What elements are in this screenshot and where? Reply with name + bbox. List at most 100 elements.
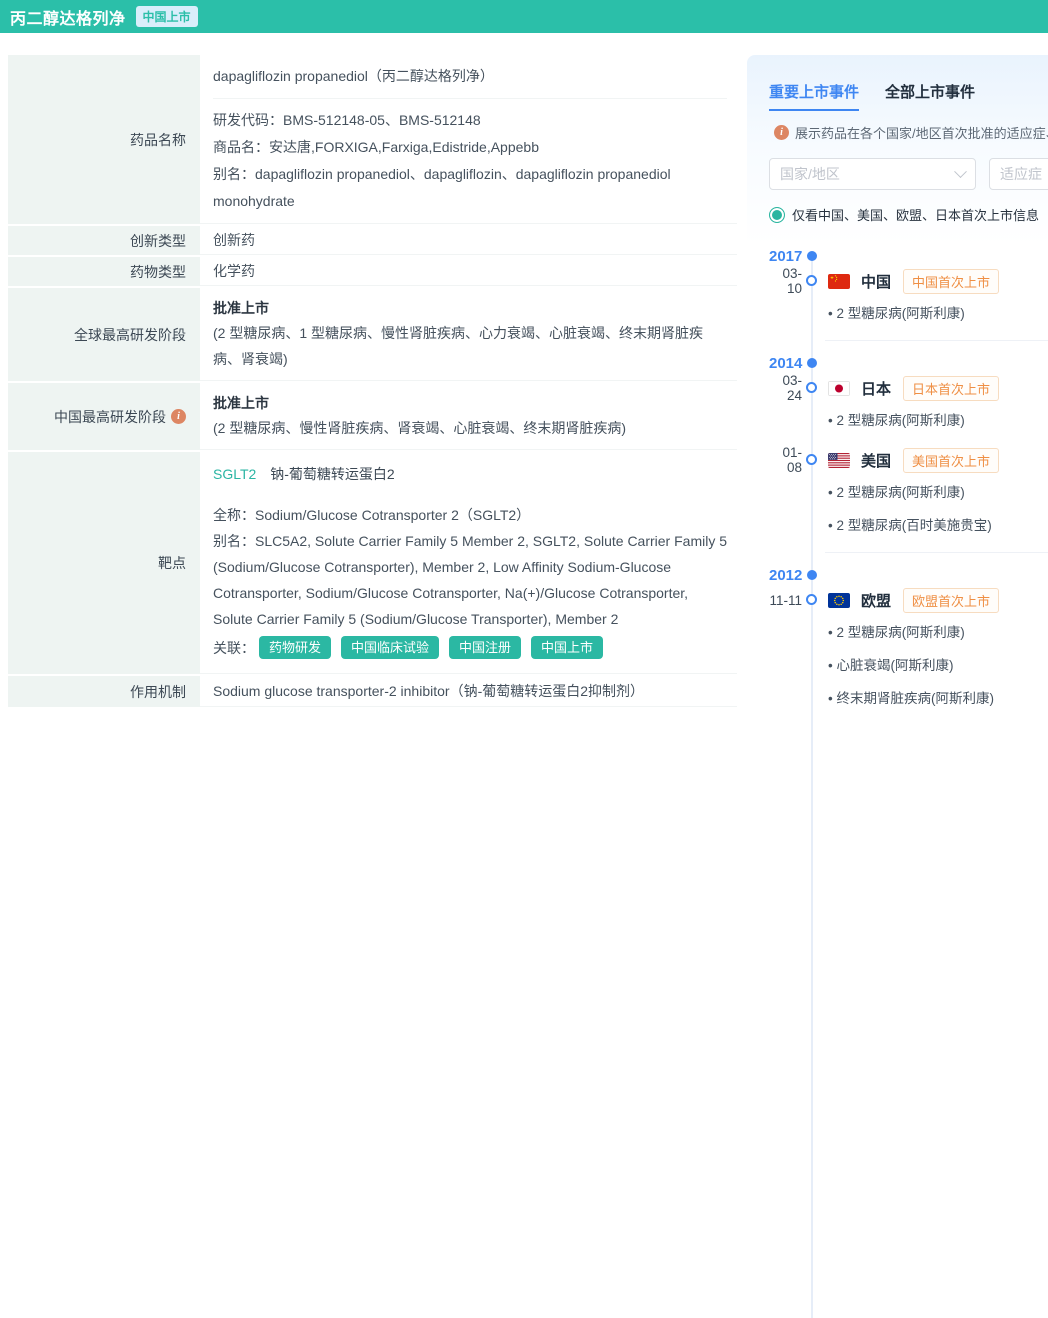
timeline-event-head: 03-10中国中国首次上市 [769,270,1048,292]
related-tag-button[interactable]: 药物研发 [259,636,331,659]
drug-dev-code: 研发代码：BMS-512148-05、BMS-512148 [213,107,727,134]
row-label: 中国最高研发阶段 i [8,383,200,450]
indication-placeholder: 适应症 [1000,164,1042,184]
drug-aliases: 别名：dapagliflozin propanediol、dapaglifloz… [213,161,727,215]
event-date: 03-10 [769,266,802,296]
indication-item: 2 型糖尿病(阿斯利康) [828,483,1048,503]
radio-label: 仅看中国、美国、欧盟、日本首次上市信息 [792,205,1039,224]
target-symbol-link[interactable]: SGLT2 [213,466,256,482]
launch-timeline: 201703-10中国中国首次上市2 型糖尿病(阿斯利康)201403-24日本… [769,246,1048,709]
first-listing-filter[interactable]: 仅看中国、美国、欧盟、日本首次上市信息 [769,205,1048,224]
events-note-text: 展示药品在各个国家/地区首次批准的适应症、 [795,123,1048,142]
related-tag-button[interactable]: 中国临床试验 [341,636,439,659]
row-label: 药品名称 [8,55,200,224]
timeline-line [811,256,813,1318]
event-dot-icon [806,594,817,605]
indication-item: 2 型糖尿病(阿斯利康) [828,411,1048,431]
first-listing-badge: 中国首次上市 [903,269,999,294]
china-flag-icon [828,274,850,289]
page-header: 丙二醇达格列净 中国上市 [0,0,1048,33]
timeline-year-row: 2012 [769,565,1048,585]
related-label: 关联： [213,638,255,658]
row-label: 作用机制 [8,676,200,707]
table-row-name: 药品名称 dapagliflozin propanediol（丙二醇达格列净） … [8,55,737,224]
year-dot-icon [807,251,817,261]
listed-status-badge: 中国上市 [136,6,198,27]
event-country: 日本 [861,378,891,399]
table-row-innovation-type: 创新类型 创新药 [8,226,737,255]
indication-filter-input[interactable]: 适应症 [989,158,1048,190]
related-tags: 药物研发中国临床试验中国注册中国上市 [259,636,613,659]
china-stage-value: 批准上市 [213,383,727,415]
event-dot-icon [806,275,817,286]
tab-important-events[interactable]: 重要上市事件 [769,81,859,111]
timeline-separator [825,340,1048,341]
event-country: 美国 [861,450,891,471]
country-region-select[interactable]: 国家/地区 [769,158,976,190]
timeline-event-head: 11-11 欧盟欧盟首次上市 [769,589,1048,611]
timeline-year: 2014 [769,355,802,372]
related-tag-button[interactable]: 中国上市 [531,636,603,659]
japan-flag-icon [828,381,850,396]
radio-selected-icon[interactable] [769,207,785,223]
info-icon: i [774,125,789,140]
timeline-year-row: 2014 [769,353,1048,373]
global-stage-value: 批准上市 [213,288,727,320]
indication-item: 心脏衰竭(阿斯利康) [828,656,1048,676]
row-label-text: 中国最高研发阶段 [54,407,166,427]
indication-item: 终末期肾脏疾病(阿斯利康) [828,689,1048,709]
target-name-cn: 钠-葡萄糖转运蛋白2 [270,466,394,482]
innovation-type-value: 创新药 [200,226,737,255]
events-note: i 展示药品在各个国家/地区首次批准的适应症、 [769,123,1048,142]
row-label: 靶点 [8,452,200,674]
related-tag-button[interactable]: 中国注册 [449,636,521,659]
year-dot-icon [807,358,817,368]
first-listing-badge: 美国首次上市 [903,448,999,473]
event-date: 03-24 [769,373,802,403]
page-title: 丙二醇达格列净 [10,5,126,29]
events-tabs: 重要上市事件 全部上市事件 [769,81,1048,111]
moa-value: Sodium glucose transporter-2 inhibitor（钠… [200,676,737,707]
market-events-panel: 重要上市事件 全部上市事件 i 展示药品在各个国家/地区首次批准的适应症、 国家… [747,55,1048,722]
event-dot-icon [806,382,817,393]
event-country: 欧盟 [861,590,891,611]
table-row-global-stage: 全球最高研发阶段 批准上市 (2 型糖尿病、1 型糖尿病、慢性肾脏疾病、心力衰竭… [8,288,737,381]
eu-flag-icon [828,593,850,608]
indication-item: 2 型糖尿病(百时美施贵宝) [828,516,1048,536]
timeline-event-head: 01-08美国美国首次上市 [769,449,1048,471]
timeline-year: 2012 [769,567,802,584]
target-aliases: 别名：SLC5A2, Solute Carrier Family 5 Membe… [213,528,727,632]
chevron-down-icon [954,165,967,178]
table-row-china-stage: 中国最高研发阶段 i 批准上市 (2 型糖尿病、慢性肾脏疾病、肾衰竭、心脏衰竭、… [8,383,737,450]
global-stage-indications: (2 型糖尿病、1 型糖尿病、慢性肾脏疾病、心力衰竭、心脏衰竭、终末期肾脏疾病、… [213,320,727,380]
timeline-event-head: 03-24日本日本首次上市 [769,377,1048,399]
drug-info-table: 药品名称 dapagliflozin propanediol（丙二醇达格列净） … [8,55,737,709]
row-label: 药物类型 [8,257,200,286]
event-dot-icon [806,454,817,465]
info-icon[interactable]: i [171,409,186,424]
first-listing-badge: 欧盟首次上市 [903,588,999,613]
table-row-drug-type: 药物类型 化学药 [8,257,737,286]
drug-type-value: 化学药 [200,257,737,286]
event-date: 11-11 [769,593,802,608]
row-label: 创新类型 [8,226,200,255]
drug-trade-name: 商品名：安达唐,FORXIGA,Farxiga,Edistride,Appebb [213,134,727,161]
indication-item: 2 型糖尿病(阿斯利康) [828,304,1048,324]
usa-flag-icon [828,453,850,468]
tab-all-events[interactable]: 全部上市事件 [885,81,975,111]
china-stage-indications: (2 型糖尿病、慢性肾脏疾病、肾衰竭、心脏衰竭、终末期肾脏疾病) [213,415,727,449]
event-date: 01-08 [769,445,802,475]
indication-item: 2 型糖尿病(阿斯利康) [828,623,1048,643]
table-row-target: 靶点 SGLT2 钠-葡萄糖转运蛋白2 全称：Sodium/Glucose Co… [8,452,737,674]
first-listing-badge: 日本首次上市 [903,376,999,401]
event-country: 中国 [861,271,891,292]
year-dot-icon [807,570,817,580]
timeline-year-row: 2017 [769,246,1048,266]
drug-primary-name: dapagliflozin propanediol（丙二醇达格列净） [213,55,727,98]
row-label: 全球最高研发阶段 [8,288,200,381]
target-full-name: 全称：Sodium/Glucose Cotransporter 2（SGLT2） [213,502,727,528]
timeline-year: 2017 [769,248,802,265]
table-row-moa: 作用机制 Sodium glucose transporter-2 inhibi… [8,676,737,707]
timeline-separator [825,552,1048,553]
country-select-placeholder: 国家/地区 [780,164,840,184]
